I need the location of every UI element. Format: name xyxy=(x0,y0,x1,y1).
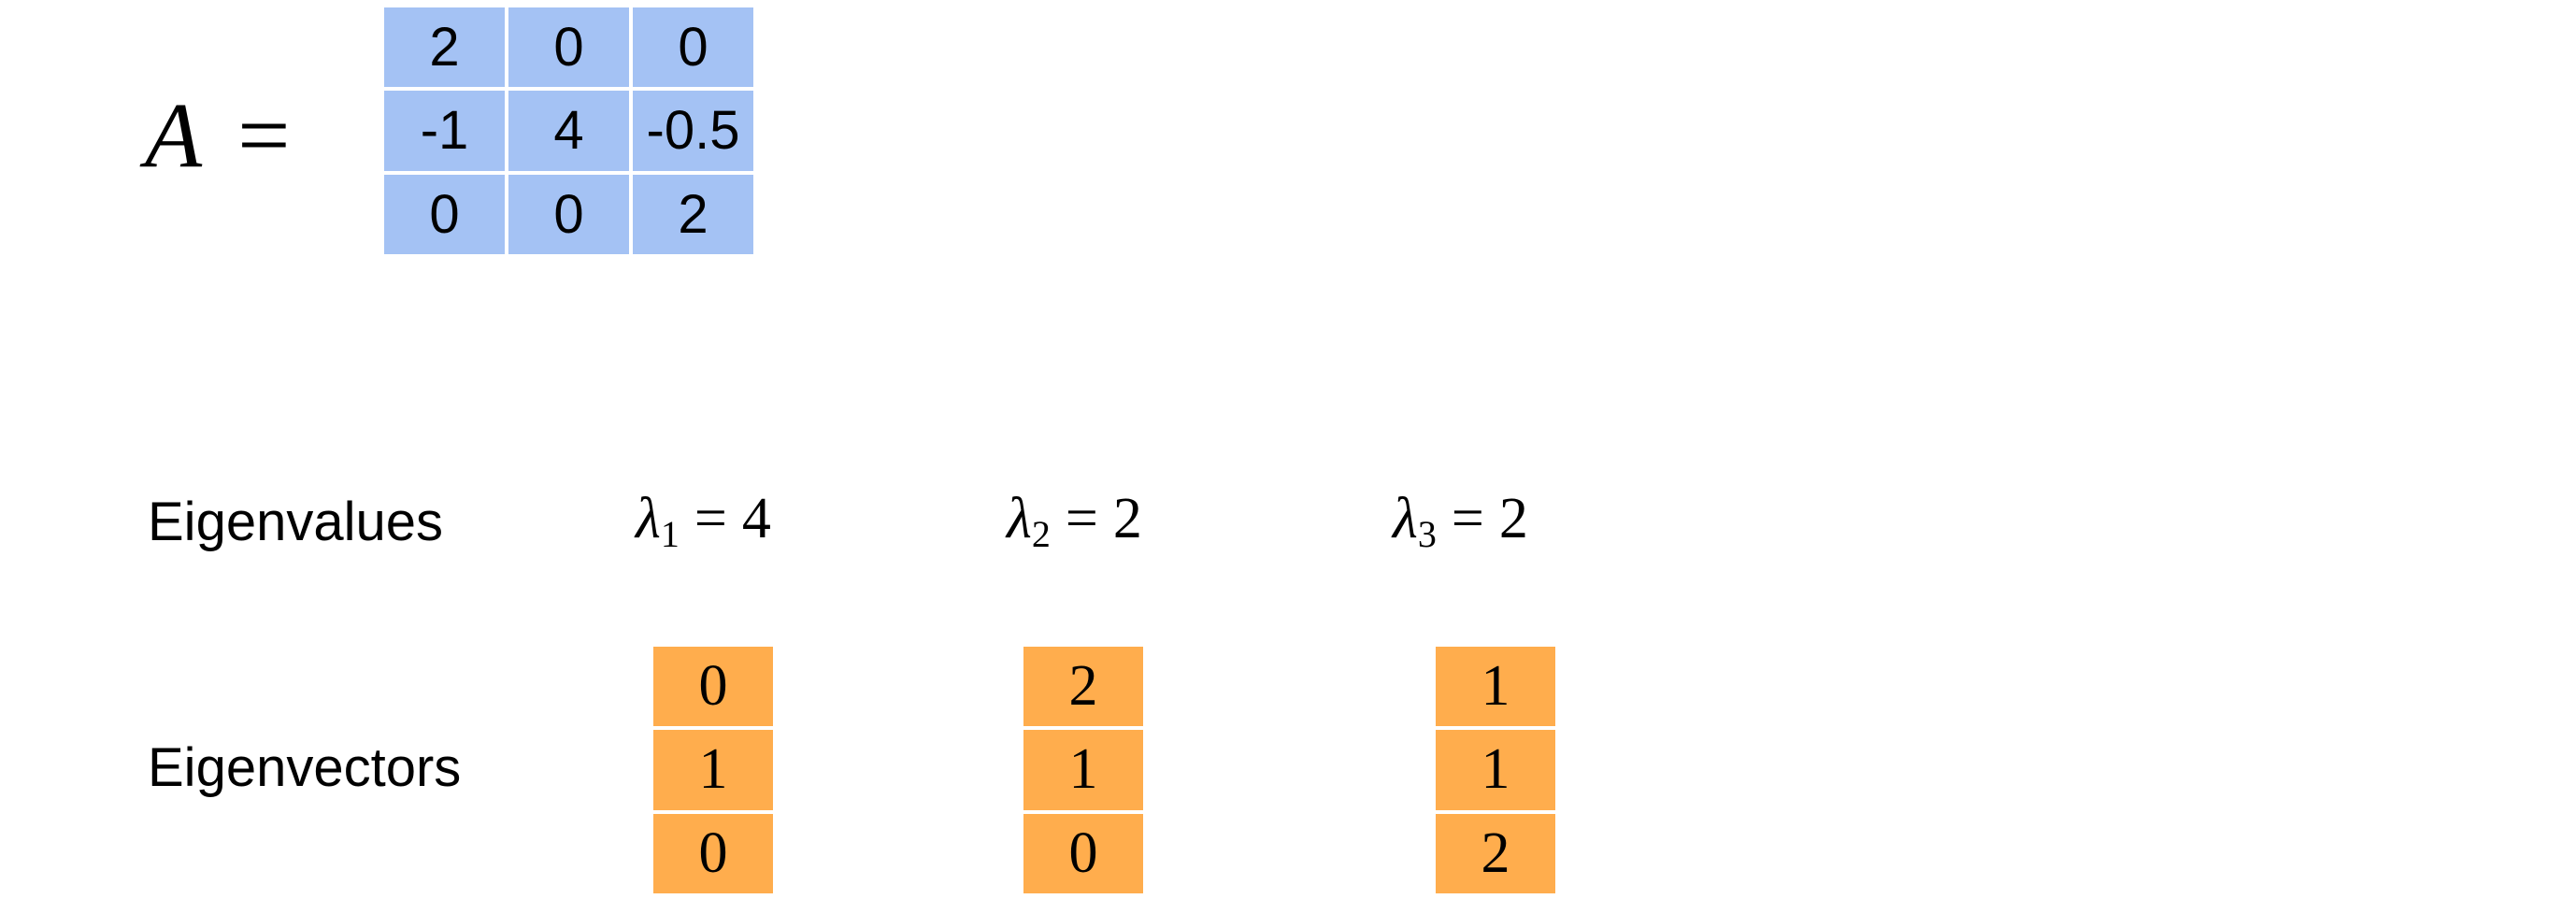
matrix-label: A = xyxy=(145,79,291,192)
equals-sign: = xyxy=(1451,487,1484,550)
matrix-cell-r1c2: 0 xyxy=(508,7,629,88)
eigenvector-cell: 1 xyxy=(653,730,773,810)
matrix-symbol: A xyxy=(145,83,203,187)
eigenvector-cell: 0 xyxy=(653,647,773,727)
lambda-index: 2 xyxy=(1031,513,1051,555)
eigenvalue-value: 2 xyxy=(1498,487,1528,550)
matrix-cell-r2c2: 4 xyxy=(508,91,629,171)
eigenvector-3: 1 1 2 xyxy=(1436,647,1555,893)
matrix-cell-r3c3: 2 xyxy=(633,174,753,254)
lambda-symbol: λ xyxy=(1007,487,1032,550)
matrix-cell-r3c2: 0 xyxy=(508,174,629,254)
eigenvalue-2: λ2 = 2 xyxy=(1007,481,1142,556)
eigenvector-cell: 0 xyxy=(1023,813,1143,893)
lambda-index: 1 xyxy=(660,513,680,555)
eigenvector-cell: 2 xyxy=(1023,647,1143,727)
matrix-cell-r2c1: -1 xyxy=(384,91,505,171)
lambda-symbol: λ xyxy=(1393,487,1418,550)
matrix-cell-r3c1: 0 xyxy=(384,174,505,254)
eigenvector-cell: 0 xyxy=(653,813,773,893)
equals-sign: = xyxy=(1065,487,1098,550)
eigenvalue-value: 4 xyxy=(741,487,771,550)
matrix-equals-sign: = xyxy=(237,83,291,187)
matrix-a: 2 0 0 -1 4 -0.5 0 0 2 xyxy=(384,7,753,254)
eigenvector-cell: 1 xyxy=(1436,647,1555,727)
lambda-symbol: λ xyxy=(636,487,661,550)
eigenvector-2: 2 1 0 xyxy=(1023,647,1143,893)
eigenvalue-1: λ1 = 4 xyxy=(636,481,771,556)
eigenvector-1: 0 1 0 xyxy=(653,647,773,893)
eigenvalue-3: λ3 = 2 xyxy=(1393,481,1528,556)
matrix-cell-r2c3: -0.5 xyxy=(633,91,753,171)
eigenvectors-label: Eigenvectors xyxy=(148,737,462,798)
matrix-cell-r1c3: 0 xyxy=(633,7,753,88)
lambda-index: 3 xyxy=(1417,513,1437,555)
eigenvalue-value: 2 xyxy=(1112,487,1142,550)
matrix-cell-r1c1: 2 xyxy=(384,7,505,88)
eigenvector-cell: 1 xyxy=(1436,730,1555,810)
eigenvector-cell: 1 xyxy=(1023,730,1143,810)
equals-sign: = xyxy=(694,487,727,550)
eigenvector-cell: 2 xyxy=(1436,813,1555,893)
eigenvalues-label: Eigenvalues xyxy=(148,492,443,552)
